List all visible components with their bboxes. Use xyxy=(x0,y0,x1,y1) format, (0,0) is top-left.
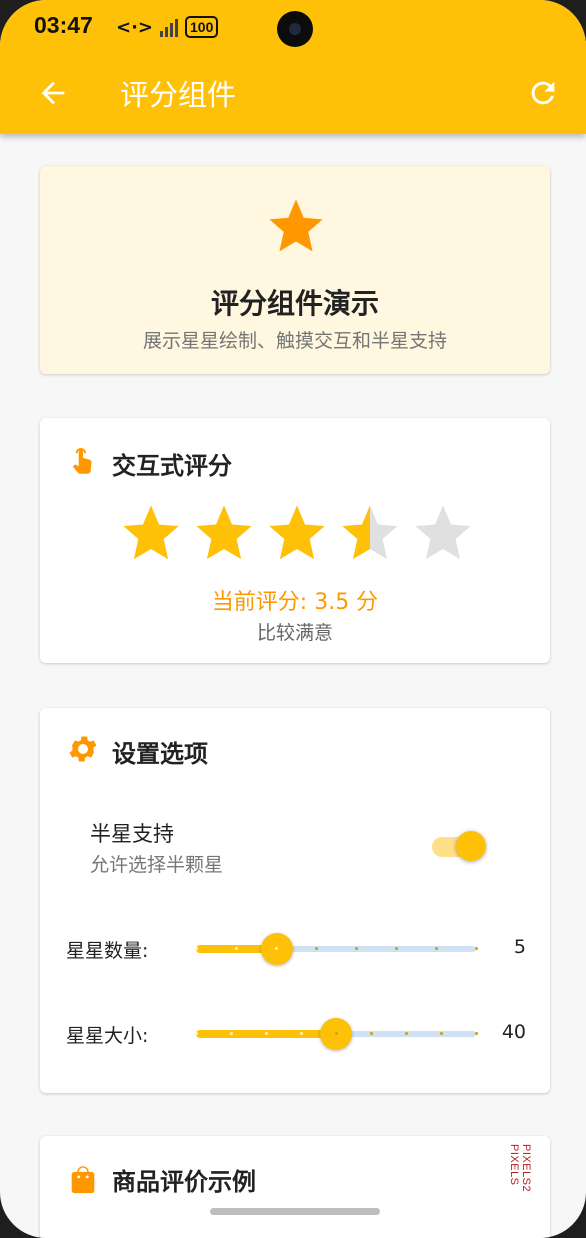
slider-tick xyxy=(300,1032,303,1035)
star-rating[interactable] xyxy=(118,500,478,566)
star-size-label: 星星大小: xyxy=(66,1025,149,1047)
star-size-value: 40 xyxy=(501,1021,526,1043)
slider-tick xyxy=(315,947,318,950)
slider-tick xyxy=(475,947,478,950)
back-arrow-icon[interactable] xyxy=(36,76,70,110)
cellular-signal-icon xyxy=(160,17,179,37)
star-size-slider[interactable] xyxy=(195,1017,478,1051)
star-half-icon[interactable] xyxy=(337,500,403,566)
slider-tick xyxy=(230,1032,233,1035)
star-count-value: 5 xyxy=(513,936,526,958)
slider-tick xyxy=(475,1032,478,1035)
hero-card: 评分组件演示 展示星星绘制、触摸交互和半星支持 xyxy=(40,166,550,374)
slider-tick xyxy=(235,947,238,950)
half-star-label: 半星支持 xyxy=(90,822,174,846)
hero-title: 评分组件演示 xyxy=(210,287,379,320)
current-rating-text: 当前评分: 3.5 分 xyxy=(211,590,379,615)
toggle-thumb[interactable] xyxy=(456,831,486,861)
status-time: 03:47 xyxy=(34,12,93,38)
slider-tick xyxy=(195,947,198,950)
front-camera xyxy=(277,11,313,47)
status-icons: <·> 100 xyxy=(116,14,219,40)
touch-hand-icon xyxy=(72,447,92,474)
slider-tick xyxy=(275,947,278,950)
shopping-bag-icon xyxy=(71,1166,95,1194)
half-star-sublabel: 允许选择半颗星 xyxy=(90,854,224,876)
half-star-toggle[interactable] xyxy=(432,830,488,862)
star-empty-icon[interactable] xyxy=(410,500,476,566)
home-indicator[interactable] xyxy=(210,1208,380,1215)
page-title: 评分组件 xyxy=(120,78,237,112)
star-filled-icon[interactable] xyxy=(191,500,257,566)
rating-description: 比较满意 xyxy=(256,622,333,644)
refresh-icon[interactable] xyxy=(526,76,560,110)
app-bar: 03:47 <·> 100 评分组件 xyxy=(0,0,586,134)
slider-tick xyxy=(405,1032,408,1035)
interactive-rating-card: 交互式评分 当前评分: 3.5 分 比较满意 xyxy=(40,418,550,663)
star-count-slider[interactable] xyxy=(195,932,478,966)
star-filled-icon[interactable] xyxy=(264,500,330,566)
gear-icon xyxy=(69,736,97,762)
slider-tick xyxy=(440,1032,443,1035)
battery-icon: 100 xyxy=(185,16,219,38)
interactive-rating-title: 交互式评分 xyxy=(112,452,232,480)
star-filled-icon[interactable] xyxy=(118,500,184,566)
hero-subtitle: 展示星星绘制、触摸交互和半星支持 xyxy=(142,330,447,352)
star-icon xyxy=(269,199,323,252)
slider-tick xyxy=(265,1032,268,1035)
settings-title: 设置选项 xyxy=(112,740,208,768)
product-review-title: 商品评价示例 xyxy=(112,1168,256,1196)
data-transfer-icon: <·> xyxy=(116,16,154,38)
settings-card: 设置选项 半星支持 允许选择半颗星 星星数量: 5 星星大小: 40 xyxy=(40,708,550,1093)
scroll-content[interactable]: 评分组件演示 展示星星绘制、触摸交互和半星支持 交互式评分 当前评分: 3.5 … xyxy=(0,134,586,1238)
slider-tick xyxy=(355,947,358,950)
star-count-label: 星星数量: xyxy=(66,940,149,962)
product-review-card: 商品评价示例 xyxy=(40,1136,550,1238)
phone-screen: 03:47 <·> 100 评分组件 评分组件演示 展示星星绘制、触摸交互和半星… xyxy=(0,0,586,1238)
slider-tick xyxy=(370,1032,373,1035)
slider-tick xyxy=(195,1032,198,1035)
slider-tick xyxy=(435,947,438,950)
slider-tick xyxy=(335,1032,338,1035)
watermark: PIXELS2 PIXELS xyxy=(508,1144,532,1193)
slider-tick xyxy=(395,947,398,950)
